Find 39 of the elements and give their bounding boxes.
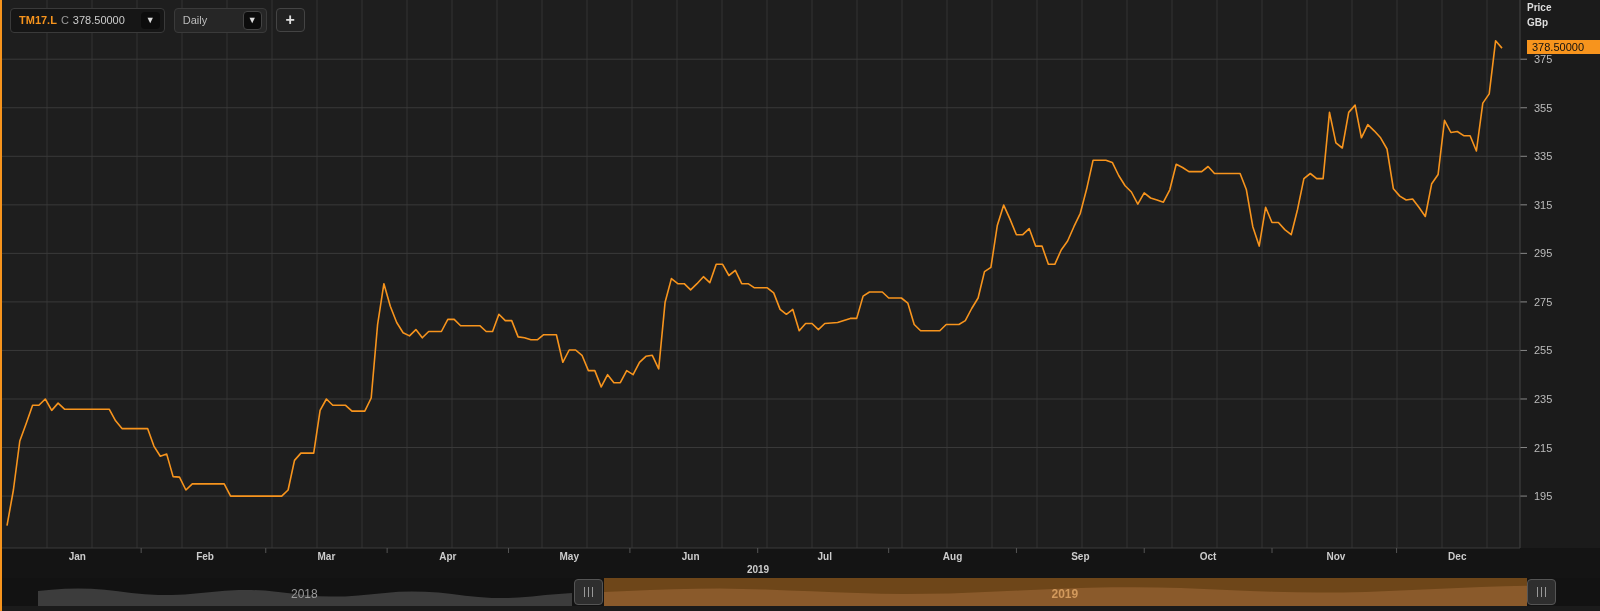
interval-label: Daily — [182, 13, 208, 29]
y-tick-label: 335 — [1534, 150, 1553, 163]
year-label: 2019 — [746, 564, 770, 575]
month-label: Oct — [1199, 551, 1217, 562]
y-tick-label: 215 — [1534, 441, 1553, 454]
symbol-label: TM17.L — [19, 13, 57, 29]
month-label: Apr — [439, 551, 457, 562]
axis-unit: GBp — [1527, 16, 1550, 30]
month-label: Aug — [942, 551, 963, 562]
y-tick-label: 295 — [1534, 247, 1553, 260]
period-label: 2018 — [291, 586, 318, 603]
symbol-selector[interactable]: TM17.L C 378.50000 ▼ — [10, 8, 165, 33]
add-button[interactable]: + — [275, 8, 305, 32]
month-label: May — [559, 551, 579, 562]
range-handle[interactable] — [1527, 579, 1556, 605]
close-price: 378.50000 — [72, 13, 125, 29]
month-label: Sep — [1071, 551, 1090, 562]
last-price-badge: 378.50000 — [1527, 40, 1600, 54]
interval-selector[interactable]: Daily ▼ — [173, 8, 267, 33]
y-tick-label: 255 — [1534, 344, 1553, 357]
month-label: Mar — [317, 551, 336, 562]
axis-title: Price — [1527, 1, 1552, 15]
month-label: Dec — [1448, 551, 1467, 562]
y-tick-label: 315 — [1534, 198, 1553, 211]
month-label: Jan — [68, 551, 86, 562]
y-tick-label: 355 — [1534, 101, 1553, 114]
range-handle[interactable] — [574, 579, 603, 605]
y-tick-label: 275 — [1534, 295, 1553, 308]
month-label: Feb — [196, 551, 214, 562]
month-label: Jun — [681, 551, 700, 562]
y-tick-label: 375 — [1534, 53, 1553, 66]
y-tick-label: 235 — [1534, 393, 1553, 405]
dropdown-button[interactable]: ▼ — [140, 11, 160, 30]
close-prefix: C — [60, 13, 69, 29]
month-label: Nov — [1326, 551, 1346, 562]
dropdown-button[interactable]: ▼ — [242, 10, 262, 31]
month-label: Jul — [817, 551, 832, 562]
period-label: 2019 — [1051, 586, 1079, 603]
y-tick-label: 195 — [1534, 490, 1553, 503]
